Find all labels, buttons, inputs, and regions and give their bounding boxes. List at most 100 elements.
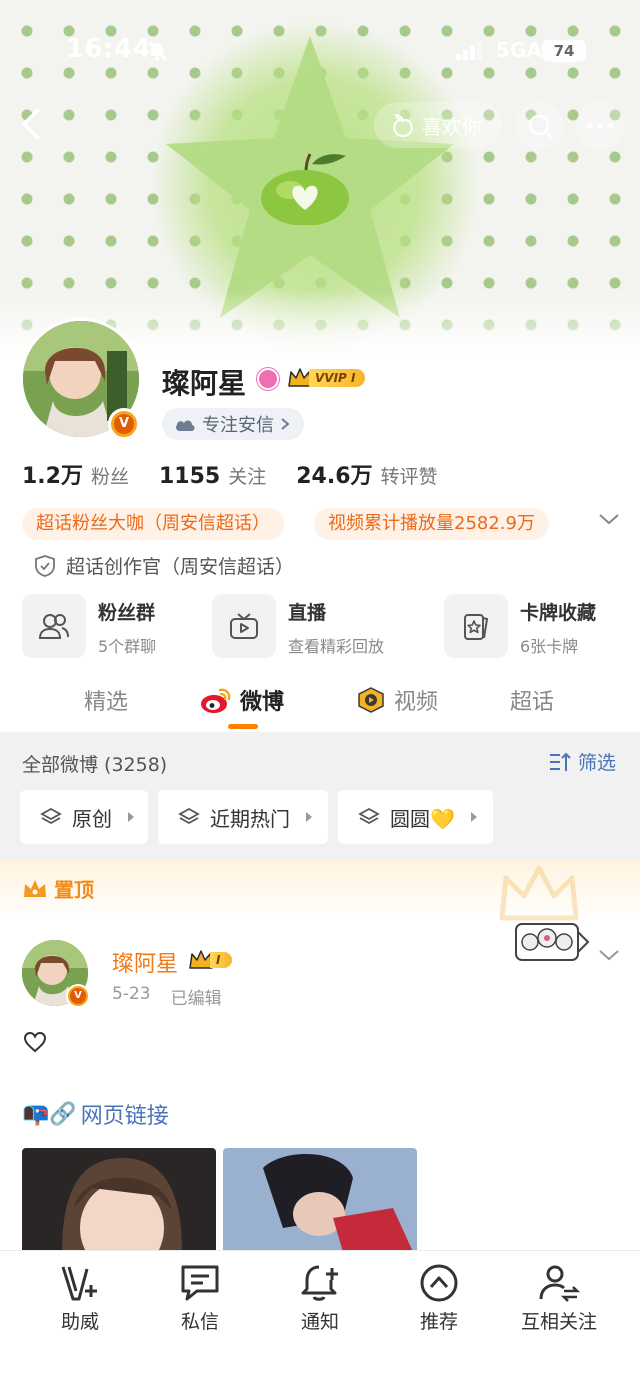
cheer-v-icon: [61, 1266, 97, 1301]
battery-indicator: 74: [542, 40, 586, 62]
chip-arrow-icon: [470, 812, 477, 822]
crown-watermark-icon: [499, 865, 579, 921]
lollipop-badge-icon[interactable]: [257, 368, 279, 390]
all-posts-count: 全部微博 (3258): [22, 754, 168, 776]
chip-recent-hot[interactable]: 近期热门: [158, 790, 328, 844]
cell-signal-icon: [456, 42, 482, 60]
bottom-label: 私信: [180, 1311, 219, 1333]
bottom-label: 推荐: [419, 1311, 458, 1333]
stat-followers[interactable]: 1.2万 粉丝: [22, 458, 129, 490]
post-photo: [22, 1148, 216, 1252]
silent-bell-icon: [148, 41, 167, 61]
message-icon: [181, 1265, 219, 1301]
bottom-label: 助威: [60, 1311, 99, 1333]
chip-yuanyuan[interactable]: 圆圆💛: [338, 790, 493, 844]
svc-icon-wrap: [22, 594, 86, 658]
post-edited: 已编辑: [170, 989, 222, 1009]
focus-pill[interactable]: 专注安信: [162, 408, 304, 440]
verified-v-icon: V: [70, 988, 86, 1004]
service-live[interactable]: 直播 查看精彩回放: [212, 594, 384, 658]
creator-title[interactable]: 超话创作官（周安信超话）: [34, 552, 294, 579]
stat-number: 1155: [159, 464, 221, 489]
stat-label: 粉丝: [90, 466, 129, 488]
chip-arrow-icon: [128, 812, 134, 822]
profile-avatar[interactable]: V: [20, 318, 142, 440]
recommend-button[interactable]: 推荐: [379, 1263, 499, 1334]
tab-supertopic[interactable]: 超话: [510, 684, 554, 716]
chip-label: 近期热门: [210, 806, 290, 831]
post-author-avatar[interactable]: V: [22, 940, 90, 1008]
like-you-button[interactable]: 喜欢你: [374, 102, 502, 148]
notify-button[interactable]: 通知: [260, 1263, 380, 1334]
tab-video[interactable]: 视频: [356, 684, 438, 716]
status-time: 16:44: [66, 34, 152, 64]
service-cards[interactable]: 卡牌收藏 6张卡牌: [444, 594, 596, 658]
card-collection-icon: [464, 614, 489, 640]
like-you-label: 喜欢你: [422, 114, 482, 139]
heart-icon[interactable]: [22, 1030, 48, 1054]
direct-message-button[interactable]: 私信: [140, 1263, 260, 1334]
tab-label: 视频: [394, 690, 439, 715]
crown-icon: [24, 879, 46, 897]
cloud-icon: [176, 420, 195, 431]
verified-badge: V: [108, 408, 140, 440]
tab-label: 微博: [240, 690, 285, 715]
vvip-badge[interactable]: VVIP I: [287, 366, 366, 390]
link-emoji: 📭🔗: [22, 1101, 77, 1127]
layers-icon: [358, 807, 380, 825]
chevron-down-icon[interactable]: [598, 512, 620, 526]
card-sticker-icon[interactable]: [512, 918, 592, 964]
web-link[interactable]: 📭🔗 网页链接: [22, 1098, 169, 1130]
search-button[interactable]: [516, 102, 564, 150]
active-tab-indicator: [228, 724, 258, 729]
network-type: 5GA: [496, 38, 542, 62]
shield-check-icon: [35, 554, 55, 577]
chip-original[interactable]: 原创: [20, 790, 148, 844]
post-vip-badge[interactable]: I: [188, 948, 233, 972]
post-photo: [223, 1148, 417, 1252]
post-image-2[interactable]: [223, 1148, 417, 1252]
honor-tag-video-views[interactable]: 视频累计播放量2582.9万: [314, 508, 549, 540]
chip-arrow-icon: [306, 812, 312, 822]
service-title: 粉丝群: [98, 602, 156, 624]
layers-icon: [178, 807, 200, 825]
live-tv-icon: [230, 613, 258, 639]
profile-tabs: 精选 微博 视频 超话: [0, 672, 640, 732]
service-shortcuts: 粉丝群 5个群聊 直播 查看精彩回放 卡牌收藏 6张卡牌: [22, 594, 622, 658]
post-menu-chevron-icon[interactable]: [598, 948, 620, 962]
stat-number: 1.2万: [22, 464, 83, 489]
stat-number: 24.6万: [296, 464, 373, 489]
tab-label: 精选: [84, 690, 129, 715]
tab-featured[interactable]: 精选: [84, 684, 128, 716]
layers-icon: [40, 807, 62, 825]
stat-interactions[interactable]: 24.6万 转评赞: [296, 458, 437, 490]
stat-label: 关注: [228, 466, 267, 488]
service-fans-group[interactable]: 粉丝群 5个群聊: [22, 594, 156, 658]
honor-tag-superfan[interactable]: 超话粉丝大咖（周安信超话）: [22, 508, 284, 540]
service-subtitle: 5个群聊: [98, 637, 157, 656]
more-button[interactable]: [576, 102, 624, 150]
search-icon: [528, 114, 553, 139]
service-subtitle: 6张卡牌: [520, 637, 579, 656]
mutual-follow-button[interactable]: 互相关注: [499, 1263, 619, 1334]
weibo-logo-icon: [201, 688, 231, 713]
post-author-name[interactable]: 璨阿星: [112, 946, 178, 978]
green-apple-icon: [261, 153, 349, 225]
cheer-button[interactable]: 助威: [20, 1263, 140, 1334]
post-image-1[interactable]: [22, 1148, 216, 1252]
mutual-follow-icon: [539, 1265, 580, 1302]
tab-weibo[interactable]: 微博: [200, 684, 284, 716]
verified-badge: V: [66, 984, 90, 1008]
svc-icon-wrap: [444, 594, 508, 658]
bottom-label: 通知: [300, 1311, 339, 1333]
filter-button[interactable]: 筛选: [548, 748, 616, 775]
bottom-label: 互相关注: [520, 1311, 597, 1333]
pinned-text: 置顶: [54, 878, 94, 902]
stat-following[interactable]: 1155 关注: [159, 462, 266, 489]
back-arrow-icon[interactable]: [14, 104, 50, 144]
peach-icon: [393, 113, 413, 138]
chevron-right-icon: [281, 418, 290, 430]
video-hex-icon: [358, 687, 384, 713]
chip-label: 原创: [72, 806, 112, 831]
filter-label: 筛选: [578, 752, 617, 774]
